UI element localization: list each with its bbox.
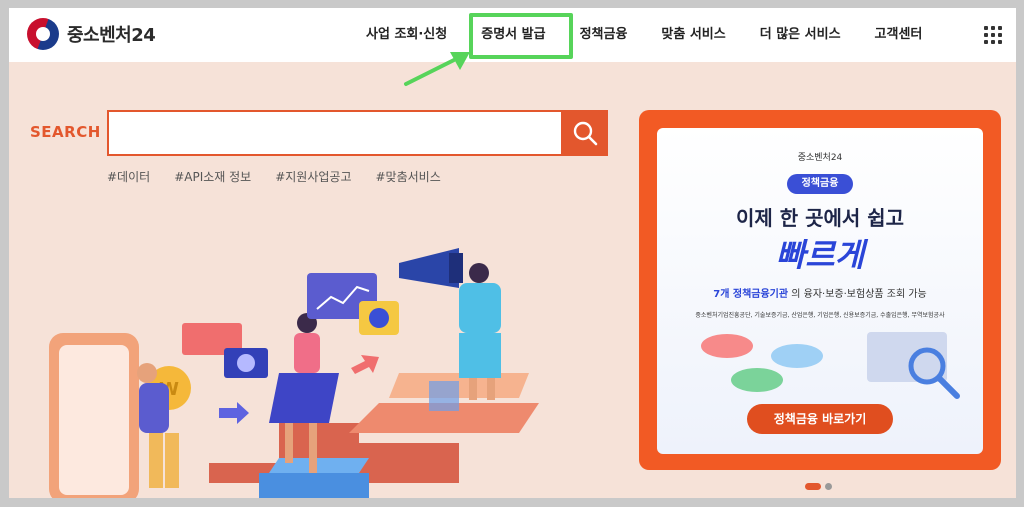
pointer-arrow-icon <box>404 52 470 86</box>
all-menu-icon[interactable] <box>984 26 1002 44</box>
search-input[interactable] <box>107 110 563 156</box>
search-label: SEARCH <box>30 123 101 141</box>
page-frame: 중소벤처24 사업 조회·신청 증명서 발급 정책금융 맞춤 서비스 더 많은 … <box>9 8 1016 498</box>
nav-more-services[interactable]: 더 많은 서비스 <box>743 8 858 62</box>
logo-text: 중소벤처24 <box>67 25 156 46</box>
carousel-dot-2[interactable] <box>825 483 832 490</box>
policy-finance-button[interactable]: 정책금융 바로가기 <box>747 404 893 434</box>
banner-title-line2: 빠르게 <box>775 236 865 274</box>
banner-subtitle-highlight: 7개 정책금융기관 <box>713 289 789 300</box>
banner-institutions: 중소벤처기업진흥공단, 기술보증기금, 산업은행, 기업은행, 신용보증기금, … <box>695 312 945 319</box>
search-button[interactable] <box>562 110 608 156</box>
banner-title-line1: 이제 한 곳에서 쉽고 <box>735 206 905 230</box>
search-tags: #데이터 #API소재 정보 #지원사업공고 #맞춤서비스 <box>107 168 441 185</box>
banner-content: 중소벤처24 정책금융 이제 한 곳에서 쉽고 빠르게 7개 정책금융기관 의 … <box>657 128 983 454</box>
policy-finance-banner[interactable]: 중소벤처24 정책금융 이제 한 곳에서 쉽고 빠르게 7개 정책금융기관 의 … <box>639 110 1001 470</box>
banner-illustration <box>701 332 960 399</box>
tag-custom-service[interactable]: #맞춤서비스 <box>376 168 441 185</box>
nav-policy-finance[interactable]: 정책금융 <box>563 8 645 62</box>
nav-highlight-box <box>469 13 573 59</box>
nav-custom-service[interactable]: 맞춤 서비스 <box>644 8 742 62</box>
taegeuk-logo-icon <box>27 18 59 50</box>
banner-subtitle-rest: 의 융자·보증·보험상품 조회 가능 <box>791 289 927 300</box>
banner-subtitle: 7개 정책금융기관 의 융자·보증·보험상품 조회 가능 <box>657 285 983 300</box>
banner-logo-text: 중소벤처24 <box>797 153 843 163</box>
tag-data[interactable]: #데이터 <box>107 168 150 185</box>
tag-api[interactable]: #API소재 정보 <box>174 168 251 185</box>
carousel-dots <box>805 483 832 490</box>
hero-illustration: W <box>49 248 539 498</box>
nav-customer-center[interactable]: 고객센터 <box>858 8 940 62</box>
tag-support-notice[interactable]: #지원사업공고 <box>275 168 351 185</box>
search-icon <box>573 121 598 146</box>
site-logo[interactable]: 중소벤처24 <box>27 18 156 50</box>
carousel-dot-1[interactable] <box>805 483 821 490</box>
banner-badge: 정책금융 <box>787 174 853 194</box>
